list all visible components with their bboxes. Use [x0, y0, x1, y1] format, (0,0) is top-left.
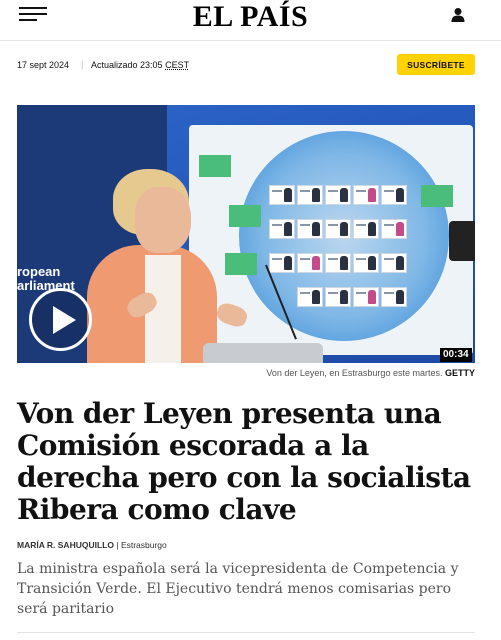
divider	[17, 632, 475, 633]
play-button[interactable]	[29, 288, 92, 351]
updated-time: Actualizado 23:05 CEST	[91, 60, 189, 70]
author-link[interactable]: María R. Sahuquillo	[17, 540, 114, 550]
site-header: EL PAÍS	[0, 0, 501, 41]
photo-credit: GETTY	[444, 368, 475, 378]
subscribe-button[interactable]: SUSCRÍBETE	[397, 54, 475, 75]
location: Estrasburgo	[120, 540, 167, 550]
byline: María R. Sahuquillo | Estrasburgo	[17, 540, 167, 550]
site-logo[interactable]: EL PAÍS	[0, 0, 501, 34]
user-icon[interactable]	[450, 7, 466, 23]
play-icon	[53, 306, 76, 334]
caption-text: Von der Leyen, en Estrasburgo este marte…	[266, 368, 443, 378]
updated-label: Actualizado 23:05	[91, 60, 163, 70]
camera-equipment	[449, 221, 475, 261]
byline-separator: |	[116, 540, 119, 550]
video-player[interactable]: ropean arliament 00:34	[17, 105, 475, 363]
article-headline[interactable]: Von der Leyen presenta una Comisión esco…	[17, 398, 487, 526]
article-standfirst: La ministra española será la vicepreside…	[17, 561, 459, 617]
podium	[203, 343, 323, 363]
timezone: CEST	[165, 60, 190, 70]
article-meta-bar: 17 sept 2024 | Actualizado 23:05 CEST SU…	[0, 41, 501, 91]
photo-caption: Von der Leyen, en Estrasburgo este marte…	[266, 368, 475, 378]
publish-date: 17 sept 2024	[17, 60, 70, 70]
meta-separator: |	[81, 59, 84, 69]
video-duration: 00:34	[440, 348, 472, 362]
